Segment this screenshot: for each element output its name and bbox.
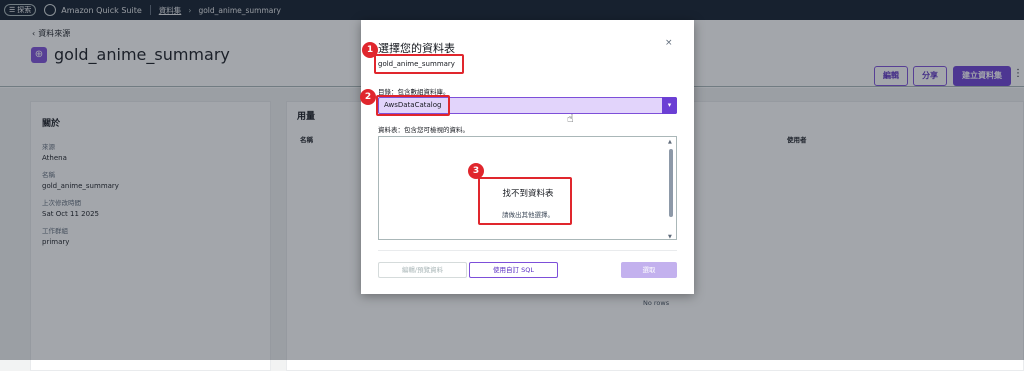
annotation-box-3	[478, 177, 572, 225]
scroll-down-icon[interactable]: ▼	[668, 234, 672, 240]
edit-preview-button[interactable]: 編輯/預覽資料	[378, 262, 467, 278]
select-button[interactable]: 選取	[621, 262, 677, 278]
annotation-badge-1: 1	[362, 42, 378, 58]
scroll-up-icon[interactable]: ▲	[668, 139, 672, 145]
annotation-box-1	[374, 54, 464, 74]
tables-label: 資料表：包含您可檢視的資料。	[378, 126, 469, 134]
annotation-box-2	[376, 95, 450, 116]
custom-sql-button[interactable]: 使用自訂 SQL	[469, 262, 558, 278]
annotation-badge-3: 3	[468, 163, 484, 179]
hand-pointer-icon: ☝	[567, 112, 574, 125]
close-icon[interactable]: ×	[665, 38, 673, 48]
scrollbar[interactable]: ▲ ▼	[668, 139, 674, 240]
annotation-badge-2: 2	[360, 89, 376, 105]
chevron-down-icon[interactable]: ▾	[662, 97, 677, 114]
modal-divider	[378, 250, 677, 251]
scrollbar-thumb[interactable]	[669, 149, 673, 217]
